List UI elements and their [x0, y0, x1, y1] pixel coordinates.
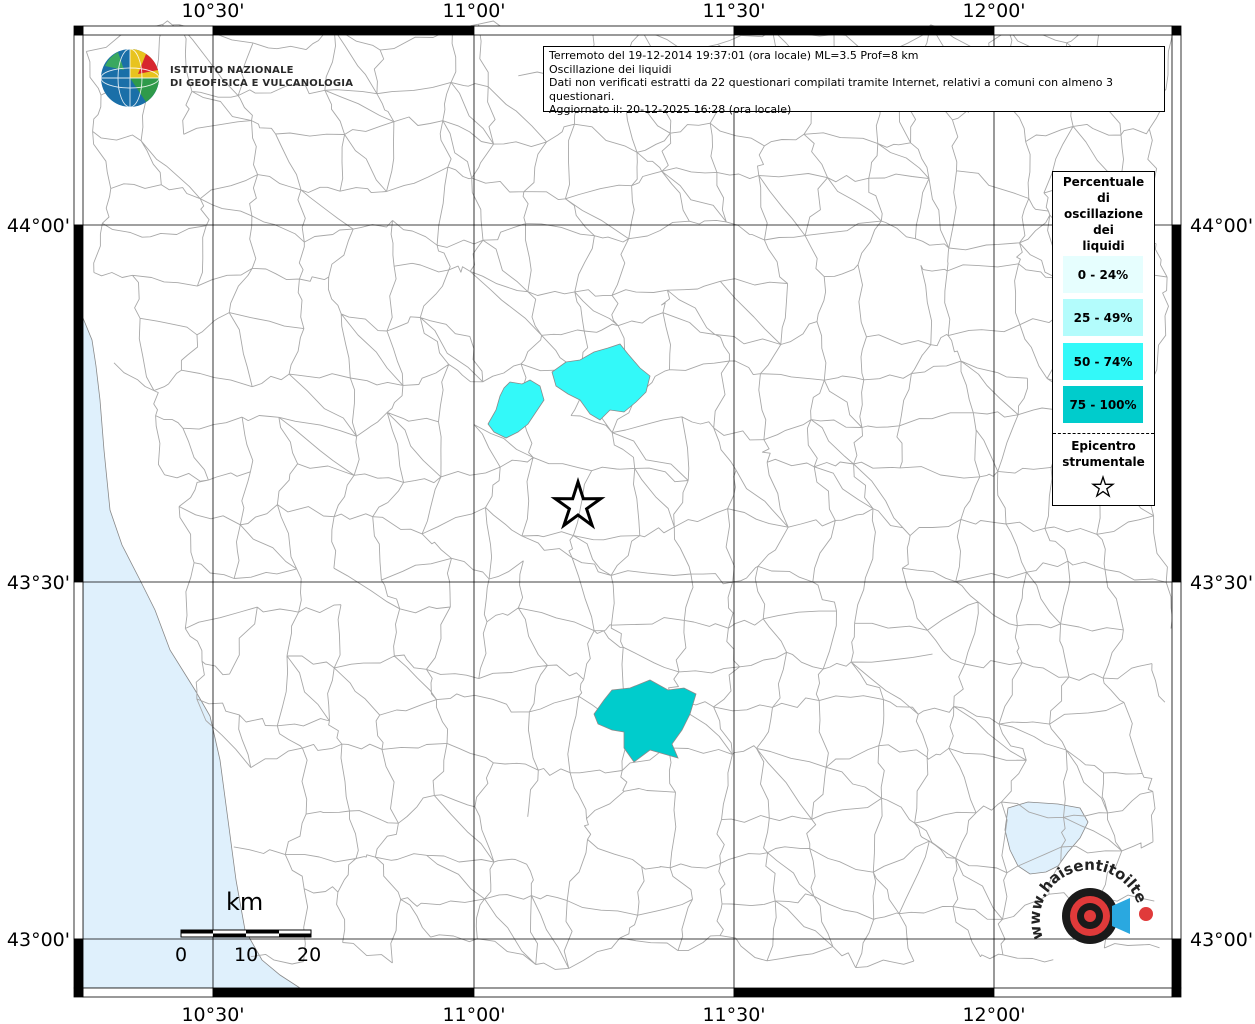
lat-label-right-4300: 43°00' — [1190, 929, 1253, 951]
lat-label-left-4330: 43°30' — [7, 572, 70, 594]
legend-epicenter-label: Epicentro strumentale — [1053, 438, 1154, 470]
scale-label-20: 20 — [297, 944, 322, 966]
legend-swatch-50-74: 50 - 74% — [1063, 343, 1143, 380]
legend-title-line: liquidi — [1082, 239, 1125, 253]
lon-label-top-1030: 10°30' — [181, 0, 244, 22]
legend-title-line: oscillazione — [1064, 207, 1143, 221]
lon-label-top-1100: 11°00' — [442, 0, 505, 22]
event-info-line4: Aggiornato il: 20-12-2025 16:28 (ora loc… — [549, 103, 792, 116]
event-info-line2: Oscillazione dei liquidi — [549, 62, 672, 76]
event-info-box: Terremoto del 19-12-2014 19:37:01 (ora l… — [543, 46, 1165, 116]
legend-epicenter-line: strumentale — [1062, 455, 1145, 469]
hsit-logo-icon — [1062, 888, 1153, 944]
lat-label-right-4400: 44°00' — [1190, 215, 1253, 237]
legend-title-line: di — [1097, 191, 1110, 205]
legend-swatch-0-24: 0 - 24% — [1063, 256, 1143, 293]
ingv-logo-text: ISTITUTO NAZIONALE DI GEOFISICA E VULCAN… — [170, 64, 353, 90]
ingv-logo-line1: ISTITUTO NAZIONALE — [170, 65, 294, 76]
legend-title-line: Percentuale — [1062, 175, 1145, 189]
legend-swatch-25-49: 25 - 49% — [1063, 299, 1143, 336]
ingv-logo-line2: DI GEOFISICA E VULCANOLOGIA — [170, 78, 354, 89]
comune-50-74-east — [551, 343, 651, 421]
lon-label-bottom-1200: 12°00' — [962, 1004, 1025, 1024]
sea-area — [82, 317, 302, 989]
legend-epicenter-line: Epicentro — [1071, 439, 1136, 453]
ingv-logo-icon — [100, 48, 160, 108]
lat-label-left-4300: 43°00' — [7, 929, 70, 951]
comune-50-74-west — [487, 379, 545, 439]
legend: Percentuale di oscillazione dei liquidi … — [1052, 171, 1155, 506]
event-info-line1: Terremoto del 19-12-2014 19:37:01 (ora l… — [549, 49, 919, 62]
scale-unit-label: km — [226, 888, 264, 916]
lon-label-top-1130: 11°30' — [702, 0, 765, 22]
lat-label-right-4330: 43°30' — [1190, 572, 1253, 594]
legend-swatch-75-100: 75 - 100% — [1063, 386, 1143, 423]
legend-star-icon — [1091, 475, 1115, 498]
lake-trasimeno — [1004, 801, 1089, 875]
comune-75-100 — [593, 679, 697, 763]
legend-title-line: dei — [1093, 223, 1114, 237]
scale-label-0: 0 — [175, 944, 188, 966]
lat-label-left-4400: 44°00' — [7, 215, 70, 237]
lon-label-bottom-1100: 11°00' — [442, 1004, 505, 1024]
map-canvas: 10°30' 11°00' 11°30' 12°00' 10°30' 11°00… — [7, 0, 1253, 1024]
lon-label-bottom-1030: 10°30' — [181, 1004, 244, 1024]
legend-separator — [1053, 433, 1154, 434]
scale-label-10: 10 — [234, 944, 259, 966]
lon-label-top-1200: 12°00' — [962, 0, 1025, 22]
lon-label-bottom-1130: 11°30' — [702, 1004, 765, 1024]
scale-bar — [180, 929, 312, 938]
event-info-line3: Dati non verificati estratti da 22 quest… — [549, 76, 1114, 103]
legend-title: Percentuale di oscillazione dei liquidi — [1053, 174, 1154, 254]
